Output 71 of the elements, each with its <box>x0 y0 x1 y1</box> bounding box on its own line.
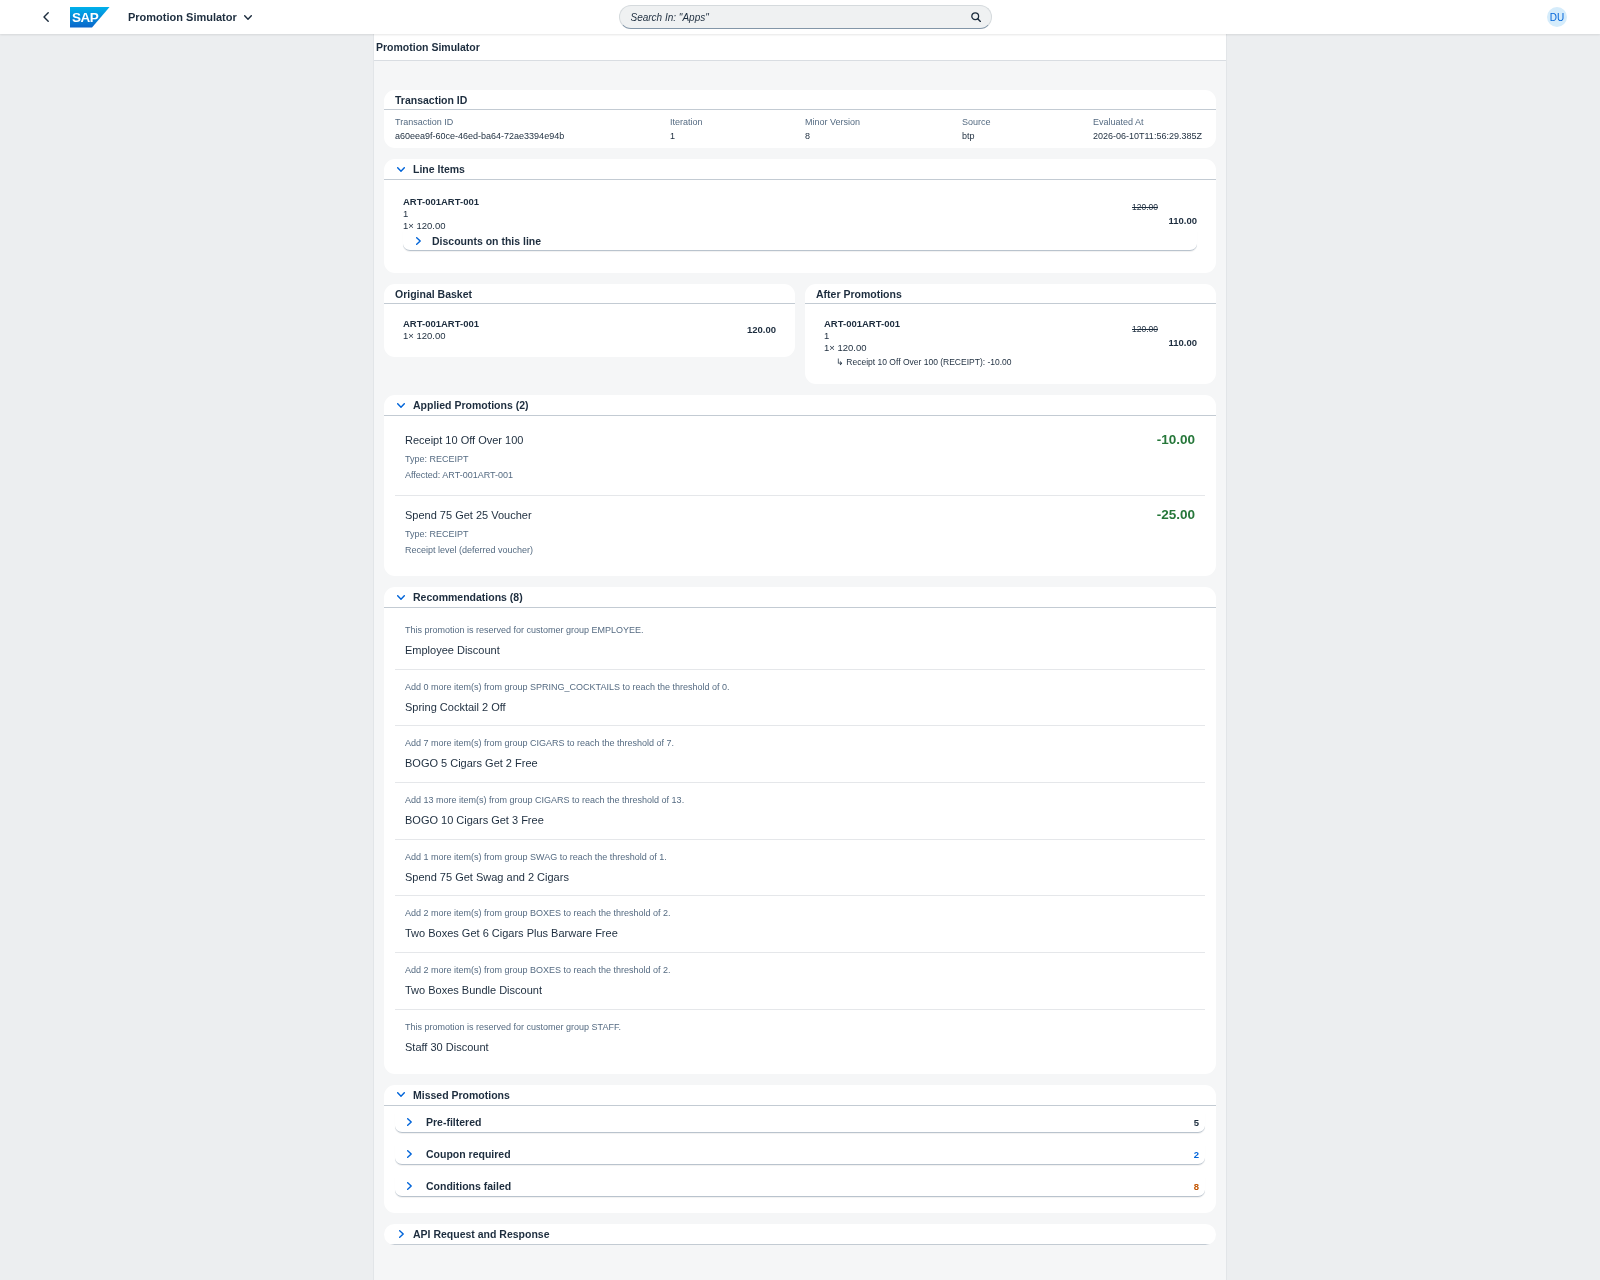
discount-amount: -10.00 <box>1156 433 1195 447</box>
app-title-menu[interactable]: Promotion Simulator <box>128 11 252 23</box>
field-value: 2026-06-10T11:56:29.385Z <box>1093 130 1202 143</box>
recommendation-name: Staff 30 Discount <box>405 1039 489 1055</box>
recommendation-name: Employee Discount <box>405 643 500 658</box>
original-price: 120.00 <box>1132 323 1158 335</box>
promotion-note: ↳ Receipt 10 Off Over 100 (RECEIPT): -10.00 <box>836 356 1012 368</box>
item-name: ART-001ART-001 <box>403 318 480 330</box>
section-header[interactable]: Applied Promotions (2) <box>384 395 1216 416</box>
card-title: After Promotions <box>805 284 1216 304</box>
promotion-detail: Receipt level (deferred voucher) <box>405 544 534 557</box>
field-label: Evaluated At <box>1093 116 1144 129</box>
recommendation-hint: Add 1 more item(s) from group SWAG to reach the threshold of 1. <box>405 850 667 864</box>
user-avatar[interactable]: DU <box>1547 7 1567 27</box>
item-quantity: 1 <box>403 208 409 220</box>
card-title: Transaction ID <box>384 90 1216 110</box>
missed-group-toggle[interactable]: Coupon required 2 <box>395 1144 1205 1165</box>
promotion-detail: Affected: ART-001ART-001 <box>405 469 514 482</box>
recommendation-name: Two Boxes Bundle Discount <box>405 983 542 999</box>
field-value: 1 <box>670 130 675 143</box>
section-header[interactable]: Line Items <box>384 159 1216 180</box>
recommendation-name: Spend 75 Get Swag and 2 Cigars <box>405 869 569 885</box>
promotion-detail: Type: RECEIPT <box>405 528 469 541</box>
missed-count: 2 <box>1193 1148 1199 1160</box>
recommendation-name: BOGO 5 Cigars Get 2 Free <box>405 756 538 772</box>
recommendation-name: Two Boxes Get 6 Cigars Plus Barware Free <box>405 926 618 942</box>
logo[interactable]: SAP <box>70 6 110 28</box>
recommendation-hint: Add 2 more item(s) from group BOXES to reach the threshold of 2. <box>405 907 671 921</box>
chevron-down-icon <box>243 14 252 20</box>
field-value: a60eea9f-60ce-46ed-ba64-72ae3394e94b <box>395 130 565 143</box>
recommendation-hint: This promotion is reserved for customer group EMPLOYEE. <box>405 624 644 637</box>
item-name: ART-001ART-001 <box>824 318 901 330</box>
recommendation-hint: This promotion is reserved for customer group STAFF. <box>405 1020 621 1034</box>
section-header[interactable]: API Request and Response <box>384 1223 1216 1245</box>
promotion-name: Receipt 10 Off Over 100 <box>405 433 524 447</box>
missed-count: 5 <box>1193 1116 1199 1128</box>
original-price: 120.00 <box>1132 201 1158 213</box>
missed-group-toggle[interactable]: Pre-filtered 5 <box>395 1112 1205 1133</box>
recommendation-hint: Add 2 more item(s) from group BOXES to reach the threshold of 2. <box>405 964 671 978</box>
item-unit-price: 1× 120.00 <box>403 220 446 232</box>
recommendation-name: Spring Cocktail 2 Off <box>405 699 506 715</box>
field-label: Source <box>962 116 991 129</box>
page-title: Promotion Simulator <box>374 34 1226 61</box>
recommendation-name: BOGO 10 Cigars Get 3 Free <box>405 813 544 829</box>
recommendation-hint: Add 0 more item(s) from group SPRING_COCKTAILS to reach the threshold of 0. <box>405 680 730 694</box>
field-label: Iteration <box>670 116 703 129</box>
recommendation-hint: Add 7 more item(s) from group CIGARS to reach the threshold of 7. <box>405 737 675 751</box>
discounts-toggle[interactable]: Discounts on this line <box>403 231 1197 251</box>
search-field[interactable]: Search In: "Apps" <box>618 5 992 29</box>
final-price: 110.00 <box>1168 337 1197 349</box>
final-price: 110.00 <box>1168 215 1197 227</box>
section-header[interactable]: Recommendations (8) <box>384 587 1216 608</box>
item-quantity: 1 <box>824 330 830 342</box>
back-icon[interactable] <box>43 12 49 22</box>
promotion-name: Spend 75 Get 25 Voucher <box>405 508 532 522</box>
field-label: Transaction ID <box>395 116 454 129</box>
search-icon[interactable] <box>970 12 981 22</box>
field-value: btp <box>962 130 975 143</box>
item-name: ART-001ART-001 <box>403 196 480 208</box>
field-label: Minor Version <box>805 116 861 129</box>
item-unit-price: 1× 120.00 <box>824 342 867 354</box>
item-unit-price: 1× 120.00 <box>403 330 446 342</box>
missed-group-toggle[interactable]: Conditions failed 8 <box>395 1176 1205 1197</box>
recommendation-hint: Add 13 more item(s) from group CIGARS to reach the threshold of 13. <box>405 794 685 808</box>
card-title: Original Basket <box>384 284 795 304</box>
final-price: 120.00 <box>746 324 776 336</box>
promotion-detail: Type: RECEIPT <box>405 453 469 466</box>
missed-count: 8 <box>1193 1180 1199 1192</box>
discount-amount: -25.00 <box>1156 508 1195 522</box>
field-value: 8 <box>805 130 810 143</box>
section-header[interactable]: Missed Promotions <box>384 1084 1216 1106</box>
